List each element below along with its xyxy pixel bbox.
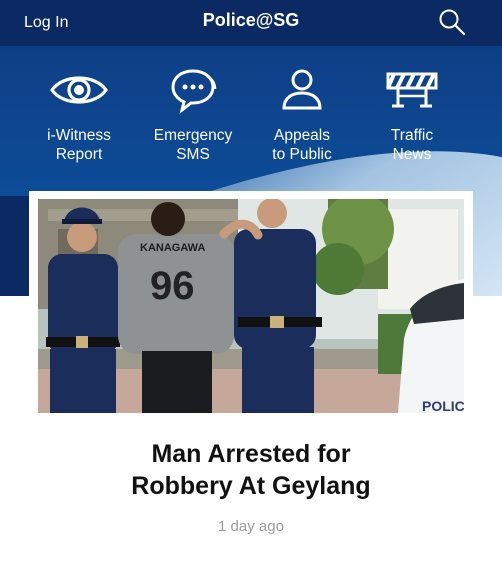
person-icon [282,69,322,110]
quick-action-label: Traffic [390,127,434,144]
eye-icon [50,76,108,104]
quick-action-appeals[interactable]: Appeals to Public [247,66,357,164]
quick-action-emergency-sms[interactable]: Emergency SMS [138,66,248,164]
headline-line: Robbery At Geylang [131,472,371,500]
quick-action-label: SMS [176,146,210,163]
quick-action-traffic-news[interactable]: Traffic News [357,66,467,164]
news-headline[interactable]: Man Arrested for Robbery At Geylang [0,438,502,502]
headline-line: Man Arrested for [151,440,351,468]
quick-actions: i-Witness Report Emergency SMS Appeals t… [0,66,502,176]
search-icon[interactable] [438,8,466,36]
quick-action-iwitness[interactable]: i-Witness Report [24,66,134,164]
quick-action-label: Appeals [273,127,330,144]
jersey-text: KANAGAWA [140,242,205,254]
news-card[interactable]: POLICE KANAGAWA 96 [29,191,473,421]
quick-action-label: to Public [272,146,332,163]
news-timestamp: 1 day ago [218,518,284,535]
news-photo-illustration: POLICE KANAGAWA 96 [38,199,464,413]
quick-action-label: News [392,146,432,163]
app-title: Police@SG [202,10,300,30]
quick-action-label: i-Witness [47,127,111,144]
jersey-number: 96 [150,264,195,308]
news-photo[interactable]: POLICE KANAGAWA 96 [38,199,464,413]
top-bar: Log In Police@SG [0,0,502,46]
road-barrier-icon [386,72,438,108]
chat-bubble-icon [171,69,217,114]
svg-text:POLICE: POLICE [422,398,464,413]
quick-action-label: Report [55,146,103,163]
quick-action-label: Emergency [153,127,233,144]
